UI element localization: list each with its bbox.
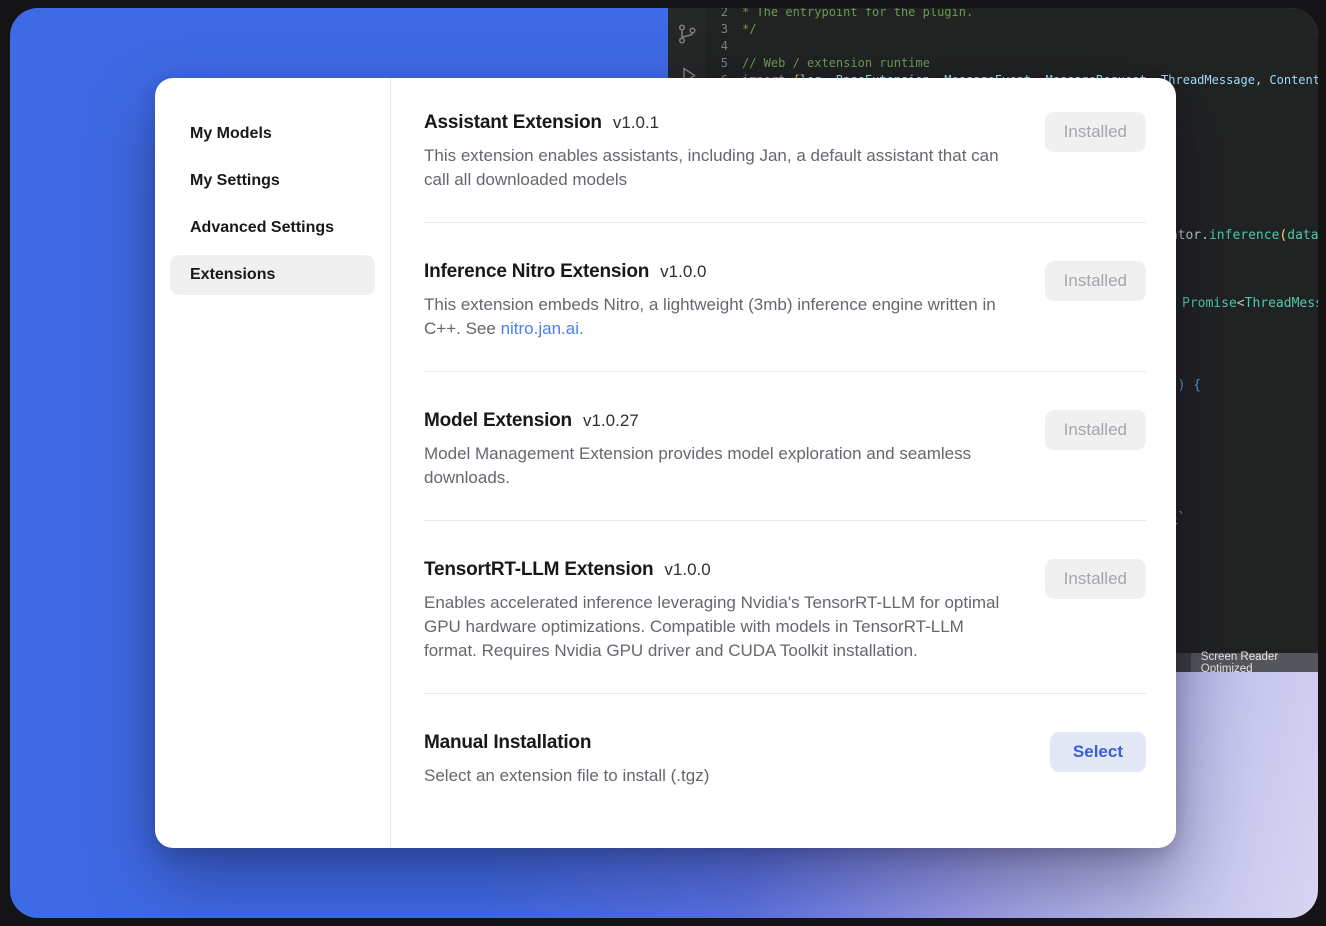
divider: [424, 693, 1146, 694]
extensions-list: Assistant Extension v1.0.1 This extensio…: [391, 78, 1176, 848]
code-line: 5 // Web / extension runtime: [706, 55, 1318, 72]
sidebar-item-my-models[interactable]: My Models: [170, 114, 375, 154]
code-text: * The entrypoint for the plugin.: [742, 8, 973, 21]
code-fragment-promise: Promise<ThreadMessage>: [1182, 296, 1318, 311]
extension-name: Inference Nitro Extension: [424, 261, 649, 283]
code-fragment-inference: rator.inference(data));: [1162, 228, 1318, 243]
extension-description: This extension embeds Nitro, a lightweig…: [424, 293, 1019, 341]
manual-installation-title: Manual Installation: [424, 732, 591, 754]
line-number: 2: [706, 8, 742, 21]
sidebar-item-extensions[interactable]: Extensions: [170, 255, 375, 295]
extension-version: v1.0.0: [664, 560, 710, 580]
code-text: */: [742, 21, 756, 38]
nitro-jan-ai-link[interactable]: nitro.jan.ai.: [501, 319, 584, 338]
source-control-icon[interactable]: [675, 22, 699, 46]
code-line: 2 * The entrypoint for the plugin.: [706, 8, 1318, 21]
code-area: 2 * The entrypoint for the plugin. 3 */ …: [706, 8, 1318, 89]
extension-version: v1.0.0: [660, 262, 706, 282]
installed-button[interactable]: Installed: [1045, 112, 1146, 152]
sidebar-item-advanced-settings[interactable]: Advanced Settings: [170, 208, 375, 248]
settings-sidebar: My Models My Settings Advanced Settings …: [155, 78, 391, 848]
line-number: 4: [706, 38, 742, 55]
manual-installation-row: Manual Installation Select an extension …: [424, 732, 1146, 788]
code-text: // Web / extension runtime: [742, 55, 930, 72]
app-background: 2 * The entrypoint for the plugin. 3 */ …: [10, 8, 1318, 918]
extension-version: v1.0.1: [613, 113, 659, 133]
sidebar-item-my-settings[interactable]: My Settings: [170, 161, 375, 201]
line-number: 3: [706, 21, 742, 38]
extension-row-model: Model Extension v1.0.27 Model Management…: [424, 410, 1146, 490]
extension-version: v1.0.27: [583, 411, 639, 431]
extension-name: Assistant Extension: [424, 112, 602, 134]
extension-name: Model Extension: [424, 410, 572, 432]
line-number: 5: [706, 55, 742, 72]
installed-button[interactable]: Installed: [1045, 261, 1146, 301]
extension-description: Model Management Extension provides mode…: [424, 442, 1019, 490]
select-file-button[interactable]: Select: [1050, 732, 1146, 772]
divider: [424, 222, 1146, 223]
code-line: 4: [706, 38, 1318, 55]
divider: [424, 371, 1146, 372]
extension-row-tensorrt-llm: TensortRT-LLM Extension v1.0.0 Enables a…: [424, 559, 1146, 663]
extension-description: Enables accelerated inference leveraging…: [424, 591, 1019, 663]
code-line: 3 */: [706, 21, 1318, 38]
extension-name: TensortRT-LLM Extension: [424, 559, 653, 581]
installed-button[interactable]: Installed: [1045, 410, 1146, 450]
extension-row-assistant: Assistant Extension v1.0.1 This extensio…: [424, 112, 1146, 192]
installed-button[interactable]: Installed: [1045, 559, 1146, 599]
extension-description: This extension enables assistants, inclu…: [424, 144, 1019, 192]
extension-row-inference-nitro: Inference Nitro Extension v1.0.0 This ex…: [424, 261, 1146, 341]
screen-reader-status[interactable]: Screen Reader Optimized: [1191, 653, 1318, 672]
divider: [424, 520, 1146, 521]
settings-card: My Models My Settings Advanced Settings …: [155, 78, 1176, 848]
manual-installation-description: Select an extension file to install (.tg…: [424, 764, 1019, 788]
